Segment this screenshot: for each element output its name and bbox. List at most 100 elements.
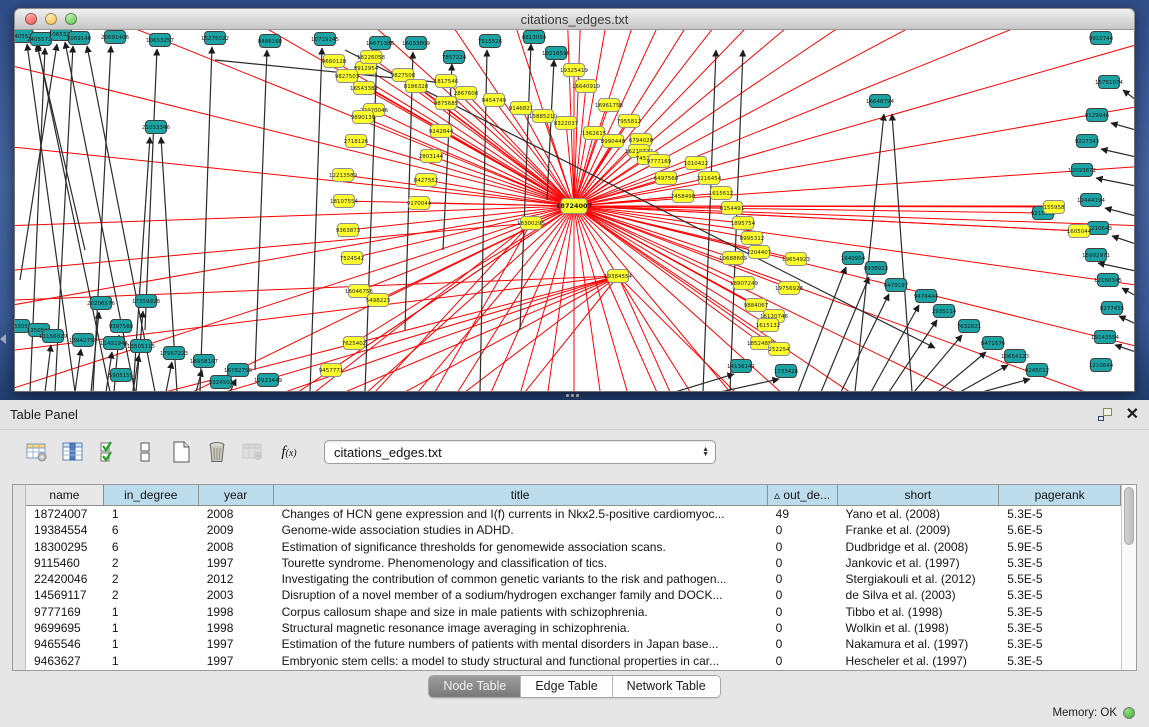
graph-node[interactable]: 9660128	[322, 55, 347, 68]
graph-node[interactable]: 17359928	[132, 295, 160, 308]
table-cell[interactable]: 22420046	[26, 571, 104, 587]
table-cell[interactable]: Dudbridge et al. (2008)	[838, 539, 1000, 555]
table-cell[interactable]: 1997	[199, 653, 274, 669]
graph-node[interactable]: 1733426	[774, 365, 799, 378]
graph-node[interactable]: 10654123	[1001, 350, 1029, 363]
graph-node[interactable]: 6497568	[654, 172, 679, 185]
function-builder-icon[interactable]: f(x)	[274, 439, 304, 465]
table-settings-icon[interactable]	[22, 439, 52, 465]
table-cell[interactable]: Estimation of the future numbers of pati…	[274, 636, 768, 652]
graph-node[interactable]: 13942757	[69, 334, 97, 347]
table-row[interactable]: 977716911998Corpus callosum shape and si…	[26, 604, 1121, 620]
table-cell[interactable]: 6	[104, 522, 199, 538]
network-window[interactable]: citations_edges.txt 24055722405572410653…	[14, 8, 1135, 392]
table-cell[interactable]: Corpus callosum shape and size in male p…	[274, 604, 768, 620]
table-row[interactable]: 946554611997Estimation of the future num…	[26, 636, 1121, 652]
graph-node[interactable]: 18107554	[330, 195, 358, 208]
graph-node[interactable]: 10688609	[719, 252, 747, 265]
column-header-in_degree[interactable]: in_degree	[104, 485, 199, 505]
column-header-pagerank[interactable]: pagerank	[999, 485, 1121, 505]
graph-hub-node[interactable]: 18724007	[556, 199, 592, 214]
graph-node[interactable]: 12160345	[1094, 274, 1122, 287]
graph-node[interactable]: 18907249	[730, 277, 758, 290]
table-cell[interactable]: Yano et al. (2008)	[838, 506, 1000, 522]
table-cell[interactable]: 18300295	[26, 539, 104, 555]
graph-node[interactable]: 14136141	[727, 360, 755, 373]
table-row[interactable]: 1872400712008Changes of HCN gene express…	[26, 506, 1121, 522]
graph-node[interactable]: 2718126	[344, 135, 369, 148]
table-cell[interactable]: 0	[768, 571, 838, 587]
graph-node[interactable]: 2069140	[67, 32, 92, 45]
graph-node[interactable]: 12923449	[254, 374, 282, 387]
table-cell[interactable]: Franke et al. (2009)	[838, 522, 1000, 538]
graph-node[interactable]: 19654923	[782, 253, 810, 266]
table-cell[interactable]: Estimation of significance thresholds fo…	[274, 539, 768, 555]
table-cell[interactable]: 0	[768, 636, 838, 652]
new-column-icon[interactable]	[166, 439, 196, 465]
graph-node[interactable]: 9457771	[319, 364, 344, 377]
column-header-title[interactable]: title	[274, 485, 768, 505]
graph-node[interactable]: 11451944	[100, 337, 128, 350]
graph-node[interactable]: 7625402	[342, 337, 367, 350]
graph-node[interactable]: 16961758	[595, 99, 623, 112]
graph-node[interactable]: 8938923	[864, 262, 889, 275]
graph-node[interactable]: 9474444	[914, 290, 939, 303]
graph-node[interactable]: 7632621	[957, 320, 982, 333]
graph-node[interactable]: 9146821	[509, 102, 534, 115]
graph-node[interactable]: 12444194	[1077, 194, 1105, 207]
graph-node[interactable]: 9129946	[1085, 109, 1110, 122]
select-all-icon[interactable]	[94, 439, 124, 465]
graph-node[interactable]: 16648794	[866, 95, 894, 108]
graph-node[interactable]: 20691406	[101, 31, 129, 44]
graph-node[interactable]: 12213589	[329, 169, 357, 182]
clear-selection-icon[interactable]	[130, 439, 160, 465]
graph-node[interactable]: 15751074	[1095, 76, 1123, 89]
graph-node[interactable]: 2867608	[454, 87, 479, 100]
graph-node[interactable]: 16543382	[350, 82, 378, 95]
graph-node[interactable]: 5905155	[109, 369, 134, 382]
graph-node[interactable]: 1615612	[709, 187, 734, 200]
table-cell[interactable]: Stergiakouli et al. (2012)	[838, 571, 1000, 587]
table-cell[interactable]: 2	[104, 587, 199, 603]
show-columns-icon[interactable]	[58, 439, 88, 465]
table-cell[interactable]: Disruption of a novel member of a sodium…	[274, 587, 768, 603]
graph-node[interactable]: 155958	[1044, 201, 1065, 214]
graph-node[interactable]: 8427552	[414, 174, 439, 187]
graph-node[interactable]: 11156829	[39, 330, 67, 343]
table-cell[interactable]: Investigating the contribution of common…	[274, 571, 768, 587]
table-cell[interactable]: 5.3E-5	[999, 506, 1121, 522]
graph-node[interactable]: 9227343	[1075, 135, 1100, 148]
graph-node[interactable]: 2803144	[419, 150, 444, 163]
graph-node[interactable]: 9890139	[351, 111, 376, 124]
table-cell[interactable]: 0	[768, 587, 838, 603]
graph-node[interactable]: 21053346	[142, 121, 170, 134]
table-cell[interactable]: 5.3E-5	[999, 653, 1121, 669]
table-cell[interactable]: 5.3E-5	[999, 636, 1121, 652]
table-row[interactable]: 969969511998Structural magnetic resonanc…	[26, 620, 1121, 636]
table-cell[interactable]: Wolkin et al. (1998)	[838, 620, 1000, 636]
table-cell[interactable]: Embryonic stem cells: a model to study s…	[274, 653, 768, 669]
table-cell[interactable]: 2009	[199, 522, 274, 538]
column-header-short[interactable]: short	[838, 485, 1000, 505]
table-cell[interactable]: 49	[768, 506, 838, 522]
graph-node[interactable]: 15992971	[1082, 249, 1110, 262]
table-cell[interactable]: 6	[104, 539, 199, 555]
panel-divider-handle[interactable]	[566, 394, 580, 399]
table-cell[interactable]: 5.3E-5	[999, 587, 1121, 603]
table-cell[interactable]: Jankovic et al. (1997)	[838, 555, 1000, 571]
graph-node[interactable]: 7515526	[478, 35, 503, 48]
table-cell[interactable]: Structural magnetic resonance image aver…	[274, 620, 768, 636]
table-row[interactable]: 1456911722003Disruption of a novel membe…	[26, 587, 1121, 603]
graph-node[interactable]: 9827503	[335, 70, 360, 83]
table-cell[interactable]: 1	[104, 653, 199, 669]
table-cell[interactable]: 1	[104, 636, 199, 652]
graph-node[interactable]: 2458498	[671, 190, 696, 203]
graph-node[interactable]: 10653257	[146, 34, 174, 47]
graph-node[interactable]: 8471676	[981, 337, 1006, 350]
graph-node[interactable]: 15276022	[201, 32, 229, 45]
table-cell[interactable]: 5.3E-5	[999, 604, 1121, 620]
graph-node[interactable]: 19384554	[604, 270, 632, 283]
table-cell[interactable]: 14569117	[26, 587, 104, 603]
graph-node[interactable]: 20206576	[87, 297, 115, 310]
graph-node[interactable]: 1615132	[756, 319, 781, 332]
